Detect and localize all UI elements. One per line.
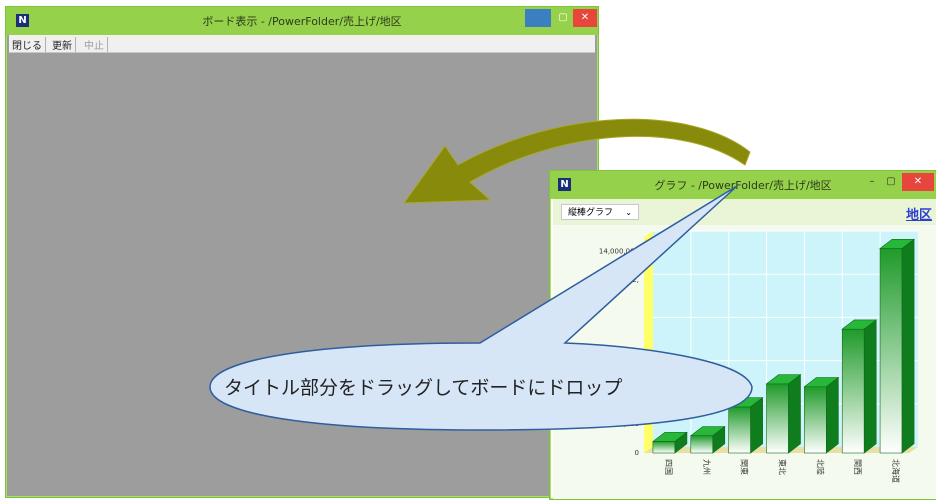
close-menu-button[interactable]: 閉じる — [9, 37, 46, 52]
left-wall — [644, 231, 653, 453]
axis-link[interactable]: 地区 — [906, 204, 932, 223]
chart-type-select-value: 縦棒グラフ — [568, 208, 614, 218]
minimize-button[interactable]: – — [864, 173, 880, 191]
graph-window: N グラフ - /PowerFolder/売上げ/地区 – ▢ ✕ 縦棒グラフ … — [549, 170, 936, 500]
chart-type-select[interactable]: 縦棒グラフ ⌄ — [561, 204, 639, 220]
bar — [652, 441, 676, 454]
y-tick-label: 0 — [635, 449, 639, 457]
refresh-menu-button[interactable]: 更新 — [49, 37, 76, 52]
chevron-down-icon: ⌄ — [625, 208, 632, 217]
chart-area: 14,000,000 12, 2,000,000 0 四国 九州 関東 東北 北陸 関西 北海道 — [553, 225, 936, 499]
bar — [728, 406, 751, 454]
x-tick-label: 東北 — [778, 459, 788, 475]
close-button[interactable]: ✕ — [902, 173, 934, 191]
bar — [690, 435, 714, 454]
callout-text: タイトル部分をドラッグしてボードにドロップ — [224, 377, 623, 399]
board-toolbar: 閉じる 更新 中止 — [9, 35, 595, 53]
bar — [879, 248, 903, 454]
y-tick-label: 12, — [628, 276, 639, 284]
bar — [766, 383, 789, 454]
bar-side — [788, 374, 801, 454]
board-canvas[interactable] — [9, 53, 595, 494]
y-tick-label: 14,000,000 — [599, 247, 639, 255]
board-window-title: ボード表示 - /PowerFolder/売上げ/地区 — [202, 15, 402, 28]
bar-side — [750, 397, 763, 454]
x-tick-label: 北海道 — [891, 459, 901, 483]
x-tick-label: 関西 — [853, 459, 862, 475]
graph-toolbar: 縦棒グラフ ⌄ 地区 — [553, 199, 936, 225]
bar-side — [901, 238, 915, 454]
bar-chart: 14,000,000 12, 2,000,000 0 四国 九州 関東 東北 北陸 関西 北海道 — [599, 230, 918, 483]
board-titlebar[interactable]: N ボード表示 - /PowerFolder/売上げ/地区 ▢ ✕ — [6, 7, 598, 35]
bar-side — [863, 319, 877, 454]
bar-side — [826, 376, 839, 454]
maximize-button[interactable]: ▢ — [882, 173, 900, 191]
x-tick-label: 九州 — [702, 459, 711, 475]
x-tick-label: 北陸 — [815, 459, 825, 475]
board-window: N ボード表示 - /PowerFolder/売上げ/地区 ▢ ✕ 閉じる 更新… — [5, 6, 599, 498]
graph-titlebar[interactable]: N グラフ - /PowerFolder/売上げ/地区 – ▢ ✕ — [550, 171, 936, 199]
maximize-button[interactable]: ▢ — [553, 9, 573, 27]
minimize-button[interactable] — [525, 9, 551, 27]
stop-menu-button[interactable]: 中止 — [81, 37, 108, 52]
x-tick-label: 関東 — [740, 459, 750, 475]
bar — [804, 386, 827, 454]
bar — [841, 328, 865, 454]
y-tick-label: 2,000,000 — [603, 420, 639, 428]
x-tick-label: 四国 — [664, 459, 673, 475]
close-button[interactable]: ✕ — [573, 9, 597, 27]
